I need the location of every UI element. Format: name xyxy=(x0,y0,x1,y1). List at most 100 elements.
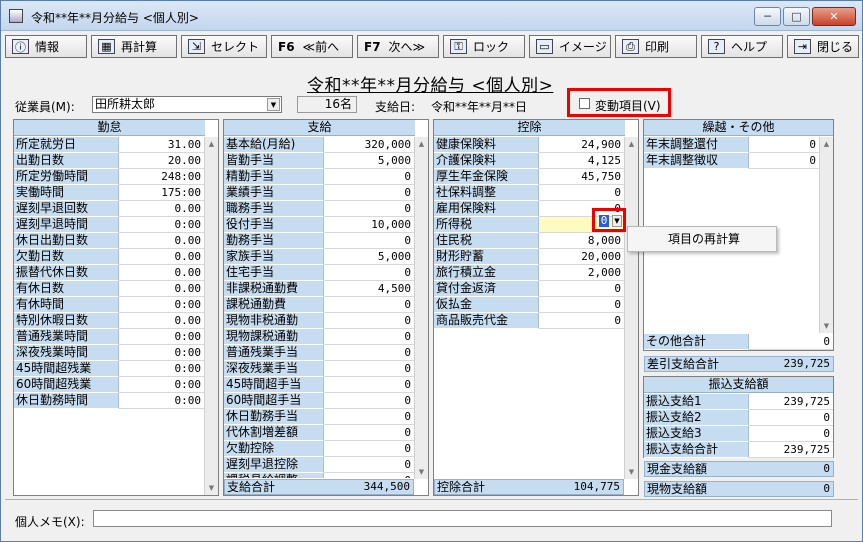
toolbar-next-button[interactable]: F7 次へ≫ xyxy=(357,35,439,58)
table-row: 課税通勤費 0 xyxy=(224,297,414,313)
variable-items-checkbox[interactable] xyxy=(579,98,590,109)
toolbar-next-label: 次へ≫ xyxy=(388,40,426,54)
row-value[interactable]: 24,900 xyxy=(539,137,624,153)
close-window-button[interactable]: ✕ xyxy=(812,7,856,26)
row-value[interactable]: 239,725 xyxy=(749,442,833,458)
row-value[interactable]: 5,000 xyxy=(324,153,414,169)
scroll-up-icon[interactable]: ▲ xyxy=(415,137,428,151)
toolbar-print-button[interactable]: ⎙ 印刷 xyxy=(615,35,697,58)
row-value[interactable]: 0.00 xyxy=(119,233,204,249)
row-value[interactable]: 0:00 xyxy=(119,393,204,409)
employee-select[interactable]: 田所耕太郎 ▼ xyxy=(92,96,282,113)
toolbar-image-button[interactable]: ▭ イメージ xyxy=(529,35,611,58)
row-value[interactable]: 0:00 xyxy=(119,329,204,345)
toolbar-select-button[interactable]: ⇲ セレクト xyxy=(181,35,267,58)
carryover-scrollbar[interactable]: ▲ ▼ xyxy=(819,137,833,333)
toolbar-recalc-button[interactable]: ▦ 再計算 xyxy=(91,35,177,58)
row-value[interactable]: 0:00 xyxy=(119,217,204,233)
row-value[interactable]: 0 xyxy=(324,441,414,457)
scroll-up-icon[interactable]: ▲ xyxy=(820,137,833,151)
table-row: 貸付金返済 0 xyxy=(434,281,624,297)
maximize-button[interactable]: □ xyxy=(783,7,810,26)
scroll-down-icon[interactable]: ▼ xyxy=(820,319,833,333)
row-value[interactable]: 0 xyxy=(749,410,833,426)
row-value[interactable]: 0:00 xyxy=(119,361,204,377)
scroll-down-icon[interactable]: ▼ xyxy=(205,481,218,495)
row-value[interactable]: 20.00 xyxy=(119,153,204,169)
table-row: 振込支給2 0 xyxy=(644,410,833,426)
income-tax-dropdown-value[interactable]: 0 xyxy=(599,215,609,227)
row-value[interactable]: 0 xyxy=(324,265,414,281)
row-label: 特別休暇日数 xyxy=(14,313,119,329)
attendance-scrollbar[interactable]: ▲ ▼ xyxy=(204,137,218,495)
variable-items-label[interactable]: 変動項目(V) xyxy=(595,97,661,114)
row-value[interactable]: 0 xyxy=(324,473,414,478)
row-value[interactable]: 4,500 xyxy=(324,281,414,297)
payments-scrollbar[interactable]: ▲ ▼ xyxy=(414,137,428,479)
row-value[interactable]: 0 xyxy=(539,297,624,313)
row-value[interactable]: 0:00 xyxy=(119,377,204,393)
toolbar-close-button[interactable]: ⇥ 閉じる xyxy=(787,35,859,58)
scroll-up-icon[interactable]: ▲ xyxy=(205,137,218,151)
row-value[interactable]: 2,000 xyxy=(539,265,624,281)
row-value[interactable]: 0 xyxy=(324,313,414,329)
toolbar-help-button[interactable]: ? ヘルプ xyxy=(701,35,783,58)
row-value[interactable]: 0 xyxy=(324,377,414,393)
context-menu-item-recalc[interactable]: 項目の再計算 xyxy=(668,232,740,246)
deductions-scrollbar[interactable]: ▲ ▼ xyxy=(624,137,638,479)
row-value[interactable]: 0.00 xyxy=(119,281,204,297)
row-value[interactable]: 8,000 xyxy=(539,233,624,249)
row-label: 課税通勤費 xyxy=(224,297,324,313)
toolbar-lock-button[interactable]: ⚿ ロック xyxy=(443,35,525,58)
row-value[interactable]: 0 xyxy=(324,329,414,345)
row-value[interactable]: 0 xyxy=(539,185,624,201)
row-label: 休日勤務時間 xyxy=(14,393,119,409)
row-value[interactable]: 4,125 xyxy=(539,153,624,169)
row-value[interactable]: 0 xyxy=(324,457,414,473)
row-value[interactable]: 0 xyxy=(324,393,414,409)
row-value[interactable]: 0 xyxy=(324,233,414,249)
scroll-up-icon[interactable]: ▲ xyxy=(625,137,638,151)
chevron-down-icon[interactable]: ▼ xyxy=(267,98,280,111)
toolbar-prev-button[interactable]: F6 ≪前へ xyxy=(271,35,353,58)
row-value[interactable]: 0 xyxy=(324,169,414,185)
row-value[interactable]: 0 xyxy=(324,201,414,217)
row-value[interactable]: 320,000 xyxy=(324,137,414,153)
row-value[interactable]: 0 xyxy=(539,281,624,297)
row-value[interactable]: 0 xyxy=(539,313,624,329)
row-label: 深夜残業時間 xyxy=(14,345,119,361)
row-value[interactable]: 0 xyxy=(324,361,414,377)
row-value[interactable]: 0 xyxy=(324,409,414,425)
row-value[interactable]: 175:00 xyxy=(119,185,204,201)
row-value[interactable]: 5,000 xyxy=(324,249,414,265)
row-value[interactable]: 0.00 xyxy=(119,265,204,281)
row-value[interactable]: 0.00 xyxy=(119,313,204,329)
row-value[interactable]: 45,750 xyxy=(539,169,624,185)
row-value[interactable]: 0 xyxy=(749,426,833,442)
row-value[interactable]: 0:00 xyxy=(119,297,204,313)
chevron-down-icon[interactable]: ▼ xyxy=(612,215,622,227)
row-value[interactable]: 0.00 xyxy=(119,249,204,265)
page-title: 令和**年**月分給与 <個人別> xyxy=(307,76,554,96)
row-value[interactable]: 0 xyxy=(749,153,819,169)
title-bar[interactable]: 令和**年**月分給与 <個人別> ─ □ ✕ xyxy=(1,1,862,31)
row-value[interactable]: 0.00 xyxy=(119,201,204,217)
row-value[interactable]: 0 xyxy=(324,345,414,361)
toolbar-info-button[interactable]: ⓘ 情報 xyxy=(5,35,87,58)
row-value[interactable]: 0 xyxy=(324,425,414,441)
row-value[interactable]: 248:00 xyxy=(119,169,204,185)
row-label: 振込支給3 xyxy=(644,426,749,442)
minimize-button[interactable]: ─ xyxy=(754,7,781,26)
scroll-down-icon[interactable]: ▼ xyxy=(415,465,428,479)
scroll-down-icon[interactable]: ▼ xyxy=(625,465,638,479)
row-value[interactable]: 0 xyxy=(324,185,414,201)
table-row: 役付手当 10,000 xyxy=(224,217,414,233)
memo-input[interactable] xyxy=(93,510,832,527)
row-value[interactable]: 0 xyxy=(749,137,819,153)
row-value[interactable]: 239,725 xyxy=(749,394,833,410)
row-value[interactable]: 0:00 xyxy=(119,345,204,361)
row-value[interactable]: 10,000 xyxy=(324,217,414,233)
row-value[interactable]: 20,000 xyxy=(539,249,624,265)
row-value[interactable]: 0 xyxy=(324,297,414,313)
row-value[interactable]: 31.00 xyxy=(119,137,204,153)
